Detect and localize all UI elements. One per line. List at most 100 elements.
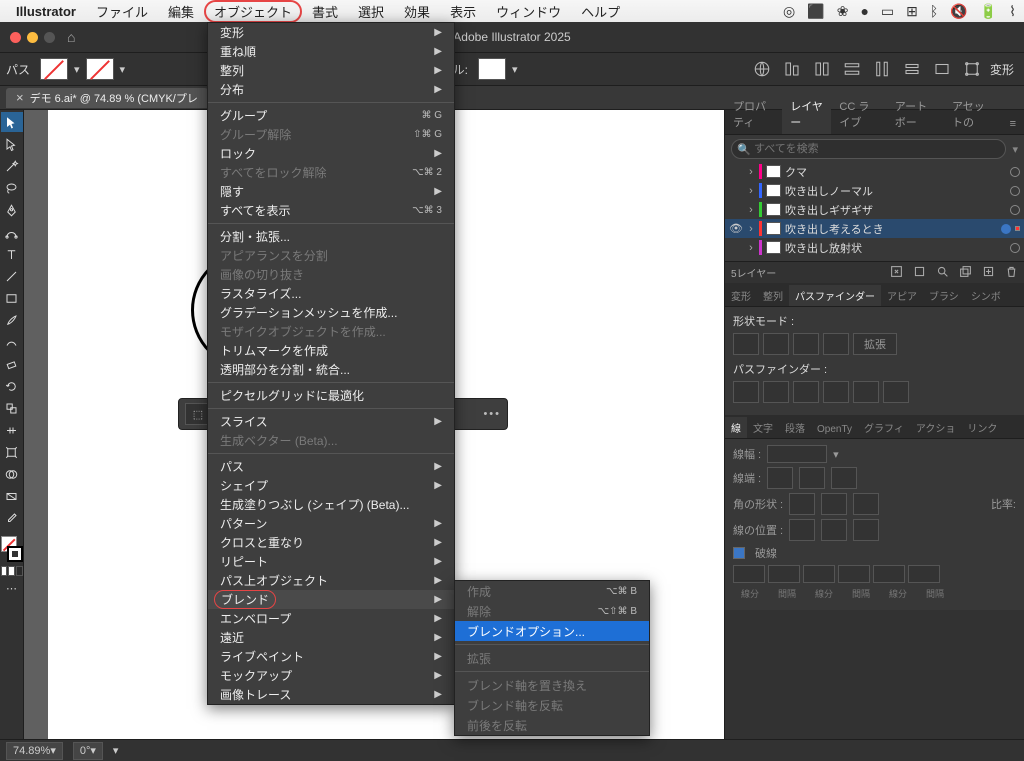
target-icon[interactable] [1010,205,1020,215]
menu-item[interactable]: 隠す▶ [208,182,454,201]
visibility-icon[interactable]: 👁 [729,222,743,235]
dashed-checkbox[interactable] [733,547,745,559]
scale-tool[interactable] [1,398,23,418]
target-icon[interactable] [1010,186,1020,196]
expand-button[interactable]: 拡張 [853,333,897,355]
mute-icon[interactable]: 🔇 [950,3,967,20]
delete-layer-icon[interactable] [1005,265,1018,281]
tab-transform[interactable]: 変形 [725,285,757,306]
unite-button[interactable] [733,333,759,355]
eyedropper-tool[interactable] [1,508,23,528]
tray-icon[interactable]: ⬛ [807,3,824,20]
trim-button[interactable] [763,381,789,403]
transform-icon[interactable] [960,57,984,81]
gap-input[interactable] [768,565,800,583]
layer-row[interactable]: 👁 › 吹き出し考えるとき [725,219,1024,238]
menu-item[interactable]: エンベロープ▶ [208,609,454,628]
menu-item[interactable]: ロック▶ [208,144,454,163]
exclude-button[interactable] [823,333,849,355]
rotate-tool[interactable] [1,376,23,396]
transform-label[interactable]: 変形 [990,61,1014,78]
align-icon[interactable] [870,57,894,81]
expand-icon[interactable]: › [747,242,755,254]
line-tool[interactable] [1,266,23,286]
dash-input[interactable] [803,565,835,583]
blend-submenu[interactable]: 作成⌥⌘ B解除⌥⇧⌘ Bブレンドオプション...拡張ブレンド軸を置き換えブレン… [454,580,650,736]
menu-effect[interactable]: 効果 [394,0,440,23]
menu-item[interactable]: 生成塗りつぶし (シェイプ) (Beta)... [208,495,454,514]
tab-cclibraries[interactable]: CC ライブ [831,94,886,134]
menu-item[interactable]: ピクセルグリッドに最適化 [208,386,454,405]
fill-swatch[interactable] [40,58,68,80]
selection-tool[interactable] [1,112,23,132]
filter-icon[interactable]: ▾ [1012,143,1018,156]
menu-item[interactable]: 整列▶ [208,61,454,80]
stroke-width-input[interactable] [767,445,827,463]
tray-icon[interactable]: ▭ [881,3,894,20]
chevron-down-icon[interactable]: ▾ [74,63,80,76]
menu-edit[interactable]: 編集 [158,0,204,23]
menu-item[interactable]: グループ⌘ G [208,106,454,125]
layer-row[interactable]: › クマ [725,162,1024,181]
menu-item[interactable]: モックアップ▶ [208,666,454,685]
dash-input[interactable] [733,565,765,583]
stroke-swatch[interactable] [86,58,114,80]
menu-item[interactable]: パス▶ [208,457,454,476]
align-icon[interactable] [840,57,864,81]
menu-item[interactable]: ライブペイント▶ [208,647,454,666]
pen-tool[interactable] [1,200,23,220]
eraser-tool[interactable] [1,354,23,374]
menu-item[interactable]: グラデーションメッシュを作成... [208,303,454,322]
tab-align[interactable]: 整列 [757,285,789,306]
cap-butt[interactable] [767,467,793,489]
rectangle-tool[interactable] [1,288,23,308]
new-sublayer-icon[interactable] [959,265,972,281]
outline-button[interactable] [853,381,879,403]
bluetooth-icon[interactable]: ᛒ [930,3,938,20]
menu-type[interactable]: 書式 [302,0,348,23]
curvature-tool[interactable] [1,222,23,242]
menu-item[interactable]: 遠近▶ [208,628,454,647]
cap-round[interactable] [799,467,825,489]
merge-button[interactable] [793,381,819,403]
home-icon[interactable]: ⌂ [67,29,75,45]
target-icon[interactable] [1010,243,1020,253]
submenu-item[interactable]: ブレンドオプション... [455,621,649,641]
expand-icon[interactable]: › [747,166,755,178]
menu-file[interactable]: ファイル [86,0,158,23]
menu-view[interactable]: 表示 [440,0,486,23]
tab-stroke[interactable]: 線 [725,417,747,438]
layer-name[interactable]: 吹き出し放射状 [785,240,1006,256]
tab-opentype[interactable]: OpenTy [811,421,858,438]
align-outside[interactable] [853,519,879,541]
join-miter[interactable] [789,493,815,515]
divide-button[interactable] [733,381,759,403]
color-mode[interactable] [1,566,23,576]
expand-icon[interactable]: › [747,204,755,216]
layer-name[interactable]: 吹き出しギザギザ [785,202,1006,218]
type-tool[interactable] [1,244,23,264]
align-icon[interactable] [810,57,834,81]
minus-back-button[interactable] [883,381,909,403]
fill-stroke-swatch[interactable] [1,536,23,562]
menu-item[interactable]: クロスと重なり▶ [208,533,454,552]
tab-artboards[interactable]: アートボー [887,94,944,134]
menu-help[interactable]: ヘルプ [571,0,630,23]
gradient-tool[interactable] [1,486,23,506]
tab-properties[interactable]: プロパティ [725,94,782,134]
zoom-button[interactable] [44,32,55,43]
document-tab[interactable]: × デモ 6.ai* @ 74.89 % (CMYK/プレ [6,88,208,108]
minimize-button[interactable] [27,32,38,43]
wifi-icon[interactable]: ⌇ [1009,3,1016,20]
tab-actions[interactable]: アクショ [910,417,962,438]
tray-icon[interactable]: ● [860,3,868,20]
close-button[interactable] [10,32,21,43]
expand-icon[interactable]: › [747,185,755,197]
layer-row[interactable]: › 吹き出しノーマル [725,181,1024,200]
battery-icon[interactable]: 🔋 [980,3,997,20]
lasso-tool[interactable] [1,178,23,198]
new-layer-icon[interactable] [982,265,995,281]
menu-item[interactable]: トリムマークを作成 [208,341,454,360]
find-icon[interactable] [936,265,949,281]
layer-row[interactable]: › 吹き出しギザギザ [725,200,1024,219]
